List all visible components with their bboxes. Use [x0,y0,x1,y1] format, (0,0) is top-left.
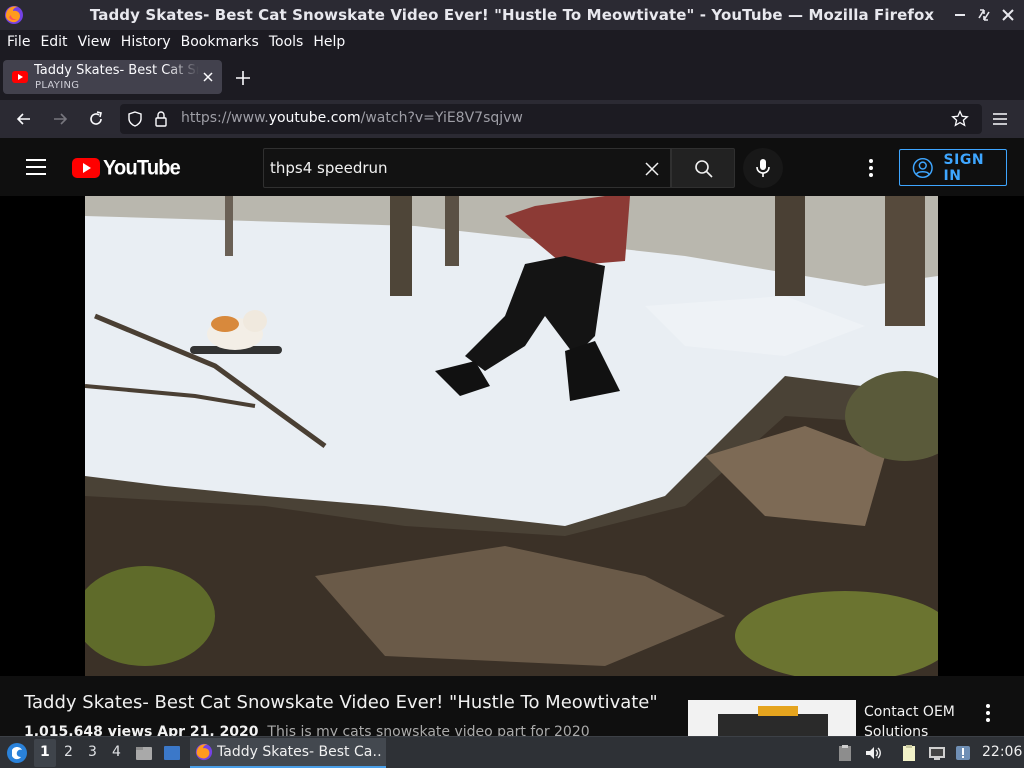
ad-thumbnail[interactable] [688,700,856,736]
search-input[interactable] [270,157,630,179]
video-info: Taddy Skates- Best Cat Snowskate Video E… [0,676,1024,736]
menu-bookmarks[interactable]: Bookmarks [178,34,266,50]
voice-search-button[interactable] [743,148,783,188]
lock-icon[interactable] [153,110,169,128]
menu-help[interactable]: Help [310,34,352,50]
menu-view[interactable]: View [75,34,118,50]
menu-bar: File Edit View History Bookmarks Tools H… [0,30,1024,54]
account-circle-icon [912,157,933,178]
reload-icon[interactable] [86,109,106,129]
file-manager-icon[interactable] [135,744,153,762]
video-views-date: 1,015,648 views Apr 21, 2020 [24,724,259,736]
youtube-logo[interactable]: YouTube [72,155,181,180]
search-icon [695,160,713,178]
url-path: /watch?v=YiE8V7sqjvw [360,110,523,126]
ad-title[interactable]: Contact OEM Solutions [864,702,974,736]
restore-icon[interactable] [976,6,992,24]
navigation-bar: https://www.youtube.com/watch?v=YiE8V7sq… [0,100,1024,138]
sign-in-label: SIGN IN [943,151,985,184]
window-title: Taddy Skates- Best Cat Snowskate Video E… [89,6,935,24]
forward-arrow-icon[interactable] [50,109,70,129]
tab-close-icon[interactable] [202,71,214,83]
video-stats: 1,015,648 views Apr 21, 2020 This is my … [24,724,590,736]
youtube-logo-text: YouTube [103,155,181,180]
video-description[interactable]: This is my cats snowskate video part for… [267,724,589,736]
sign-in-button[interactable]: SIGN IN [899,149,1007,186]
workspace-1[interactable]: 1 [40,744,50,760]
taskbar: 1 2 3 4 Taddy Skates- Best Ca… 22:06 [0,736,1024,768]
more-options-icon[interactable] [860,157,882,179]
tab-title: Taddy Skates- Best Cat Snowskate Video E… [34,63,199,78]
url-bar[interactable]: https://www.youtube.com/watch?v=YiE8V7sq… [120,104,982,134]
network-tray-icon[interactable] [928,744,946,762]
taskbar-firefox-window[interactable]: Taddy Skates- Best Ca… [190,738,386,768]
notes-tray-icon[interactable] [900,744,918,762]
update-tray-icon[interactable] [954,744,972,762]
close-window-icon[interactable] [1000,6,1016,24]
menu-file[interactable]: File [4,34,37,50]
youtube-header: YouTube SIGN IN [0,138,1024,196]
menu-edit[interactable]: Edit [37,34,74,50]
ad-more-options-icon[interactable] [980,702,996,724]
volume-icon[interactable] [864,744,882,762]
app-menu-icon[interactable] [990,109,1010,129]
back-arrow-icon[interactable] [14,109,34,129]
search-box [263,148,671,188]
window-titlebar: Taddy Skates- Best Cat Snowskate Video E… [0,0,1024,30]
video-title: Taddy Skates- Best Cat Snowskate Video E… [24,692,658,713]
video-frame[interactable] [85,196,938,676]
youtube-play-icon [72,158,100,178]
microphone-icon [756,159,770,177]
url-text: https://www.youtube.com/watch?v=YiE8V7sq… [181,110,523,126]
bookmark-star-icon[interactable] [951,110,969,128]
url-host: youtube.com [268,110,361,126]
tracking-shield-icon[interactable] [126,110,144,128]
tab-youtube[interactable]: Taddy Skates- Best Cat Snowskate Video E… [3,60,222,94]
search-button[interactable] [671,148,735,188]
minimize-icon[interactable] [952,6,968,24]
guide-menu-icon[interactable] [26,158,46,176]
taskbar-task-label: Taddy Skates- Best Ca… [217,744,382,760]
menu-history[interactable]: History [118,34,178,50]
workspace-4[interactable]: 4 [112,744,121,760]
clipboard-tray-icon[interactable] [836,744,854,762]
new-tab-icon[interactable] [233,68,253,88]
youtube-favicon-icon [12,71,28,83]
tab-strip: Taddy Skates- Best Cat Snowskate Video E… [0,54,1024,100]
tab-playing-label: PLAYING [35,80,80,91]
start-menu-icon[interactable] [6,742,28,764]
screen: Taddy Skates- Best Cat Snowskate Video E… [0,0,1024,768]
clock[interactable]: 22:06 [982,744,1022,760]
menu-tools[interactable]: Tools [266,34,311,50]
url-prefix: https://www. [181,110,269,126]
workspace-3[interactable]: 3 [88,744,97,760]
firefox-logo-icon [5,6,23,24]
clear-search-icon[interactable] [644,161,660,177]
show-desktop-icon[interactable] [163,744,181,762]
firefox-task-icon [195,743,213,761]
workspace-2[interactable]: 2 [64,744,73,760]
video-player[interactable] [0,196,1024,676]
